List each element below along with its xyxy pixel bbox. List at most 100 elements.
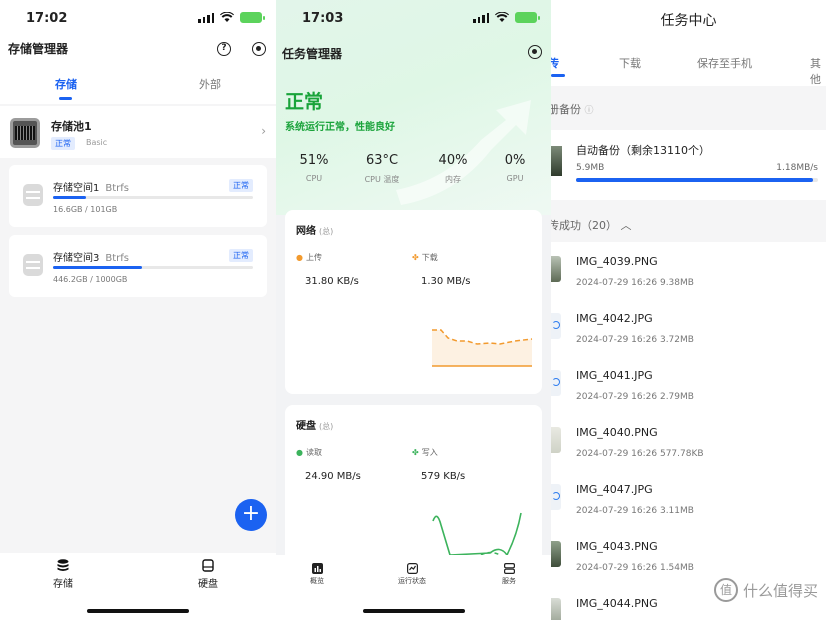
file-name: IMG_4042.JPG (576, 312, 653, 325)
list-item[interactable]: IMG_4043.PNG 2024-07-29 16:26 1.54MB (551, 527, 826, 584)
nas-device-icon (10, 118, 40, 148)
tab-underline (59, 97, 72, 100)
tab-save-to-phone[interactable]: 保存至手机 (697, 55, 752, 71)
nav-label: 概览 (310, 577, 324, 585)
success-title: 上传成功（20） (551, 219, 617, 232)
volume-capacity: 446.2GB / 1000GB (53, 275, 128, 284)
section-title: 相册备份 ⓘ (551, 101, 594, 117)
chevron-right-icon: › (261, 124, 266, 138)
nav-item-disk[interactable]: 硬盘 (198, 559, 218, 590)
status-icons (473, 12, 540, 23)
metric-value: 51% (299, 153, 329, 168)
task-manager-screen: 17:03 任务管理器 正常 系统运行正常，性能良好 51% CPU 63°C CP… (276, 0, 551, 620)
battery-icon (240, 12, 265, 23)
bottom-nav: 概览 运行状态 服务 (276, 555, 551, 620)
task-center-screen: 任务中心 上传 下载 保存至手机 其他 相册备份 ⓘ 自动备份（剩余13110个… (551, 0, 826, 620)
status-time: 17:03 (302, 11, 344, 26)
volume-name: 存储空间1 (53, 183, 100, 194)
image-thumbnail-icon (551, 598, 561, 620)
volume-card[interactable]: 存储空间1 Btrfs 正常 16.6GB / 101GB (9, 165, 267, 227)
list-item[interactable]: IMG_4040.PNG 2024-07-29 16:26 577.78KB (551, 413, 826, 470)
signal-icon (198, 12, 214, 23)
nav-label: 存储 (53, 579, 73, 590)
nav-item-overview[interactable]: 概览 (310, 563, 324, 586)
metric-label: CPU (305, 174, 323, 183)
tab-download[interactable]: 下载 (619, 55, 641, 71)
section-header-success[interactable]: 上传成功（20） ︿ (551, 200, 826, 242)
more-icon[interactable] (528, 45, 542, 59)
hard-disk-icon (202, 559, 214, 572)
system-status-desc: 系统运行正常，性能良好 (285, 122, 395, 133)
volume-name: 存储空间3 (53, 253, 100, 264)
file-name: IMG_4040.PNG (576, 426, 658, 439)
volume-fs: Btrfs (105, 183, 129, 194)
metric-label: CPU 温度 (364, 175, 400, 184)
nav-item-runtime[interactable]: 运行状态 (398, 563, 426, 586)
file-name: IMG_4041.JPG (576, 369, 653, 382)
tab-external[interactable]: 外部 (199, 76, 221, 92)
system-status: 正常 (285, 91, 324, 113)
page-title: 任务中心 (660, 13, 717, 29)
task-progress-bar (576, 178, 818, 182)
metric-value: 63°C (365, 153, 399, 168)
backup-task[interactable]: 自动备份（剩余13110个） 5.9MB 1.18MB/s (551, 130, 826, 200)
file-meta: 2024-07-29 16:26 9.38MB (576, 278, 694, 288)
image-thumbnail-icon (551, 146, 562, 176)
status-badge: 正常 (229, 179, 253, 192)
tab-storage[interactable]: 存储 (55, 76, 77, 92)
tab-underline (551, 74, 565, 77)
watermark-logo-icon: 值 (713, 578, 738, 602)
file-meta: 2024-07-29 16:26 2.79MB (576, 392, 694, 402)
task-speed: 1.18MB/s (776, 163, 818, 173)
file-icon (551, 313, 561, 339)
usage-fill (53, 266, 143, 269)
disk-card[interactable]: 硬盘 (总) ● 读取 ✤ 写入 24.90 MB/s 579 KB/s (285, 405, 542, 565)
chevron-up-icon[interactable]: ︿ (621, 219, 632, 232)
bar-chart-icon (311, 563, 323, 574)
usage-bar (53, 196, 253, 199)
home-indicator (362, 609, 465, 613)
tab-upload[interactable]: 上传 (551, 55, 559, 71)
task-name: 自动备份（剩余13110个） (576, 144, 710, 157)
metric-cpu: 51% CPU (284, 153, 344, 183)
image-thumbnail-icon (551, 541, 561, 567)
backup-title: 相册备份 (551, 103, 581, 116)
page-title: 任务管理器 (282, 47, 343, 61)
volume-title: 存储空间1 Btrfs (53, 179, 129, 194)
status-icons (198, 12, 265, 23)
volume-capacity: 16.6GB / 101GB (53, 205, 118, 214)
nav-label: 硬盘 (198, 579, 218, 590)
metric-cpu-temp: 63°C CPU 温度 (352, 153, 412, 185)
file-icon (551, 484, 561, 510)
info-icon[interactable]: ⓘ (585, 106, 594, 116)
task-progress-fill (576, 178, 814, 182)
volume-card[interactable]: 存储空间3 Btrfs 正常 446.2GB / 1000GB (9, 235, 267, 297)
signal-icon (473, 12, 489, 23)
section-header-backup: 相册备份 ⓘ (551, 86, 826, 130)
file-meta: 2024-07-29 16:26 577.78KB (576, 449, 704, 459)
nav-item-storage[interactable]: 存储 (53, 559, 73, 590)
bottom-nav: 存储 硬盘 (0, 553, 276, 620)
nav-item-services[interactable]: 服务 (502, 563, 516, 586)
home-indicator (87, 609, 189, 613)
network-card[interactable]: 网络 (总) ● 上传 ✤ 下载 31.80 KB/s 1.30 MB/s (285, 210, 542, 394)
add-button[interactable]: + (235, 499, 267, 531)
file-name: IMG_4047.JPG (576, 483, 653, 496)
metric-value: 0% (504, 153, 526, 168)
more-icon[interactable] (252, 42, 266, 56)
storage-manager-screen: 17:02 存储管理器 ? 存储 外部 存储池1 正常 Basic › 存储空间… (0, 0, 276, 620)
server-icon (503, 563, 515, 574)
help-icon[interactable]: ? (217, 42, 231, 56)
list-item[interactable]: IMG_4039.PNG 2024-07-29 16:26 9.38MB (551, 242, 826, 299)
tab-other[interactable]: 其他 (810, 55, 826, 87)
list-item[interactable]: IMG_4042.JPG 2024-07-29 16:26 3.72MB (551, 299, 826, 356)
image-thumbnail-icon (551, 256, 561, 282)
image-thumbnail-icon (551, 427, 561, 453)
list-item[interactable]: IMG_4041.JPG 2024-07-29 16:26 2.79MB (551, 356, 826, 413)
storage-pool-row[interactable]: 存储池1 正常 Basic › (0, 106, 276, 158)
file-meta: 2024-07-29 16:26 3.72MB (576, 335, 694, 345)
status-badge: 正常 (51, 137, 75, 150)
list-item[interactable]: IMG_4047.JPG 2024-07-29 16:26 3.11MB (551, 470, 826, 527)
disk-icon (23, 184, 43, 206)
usage-fill (53, 196, 86, 199)
